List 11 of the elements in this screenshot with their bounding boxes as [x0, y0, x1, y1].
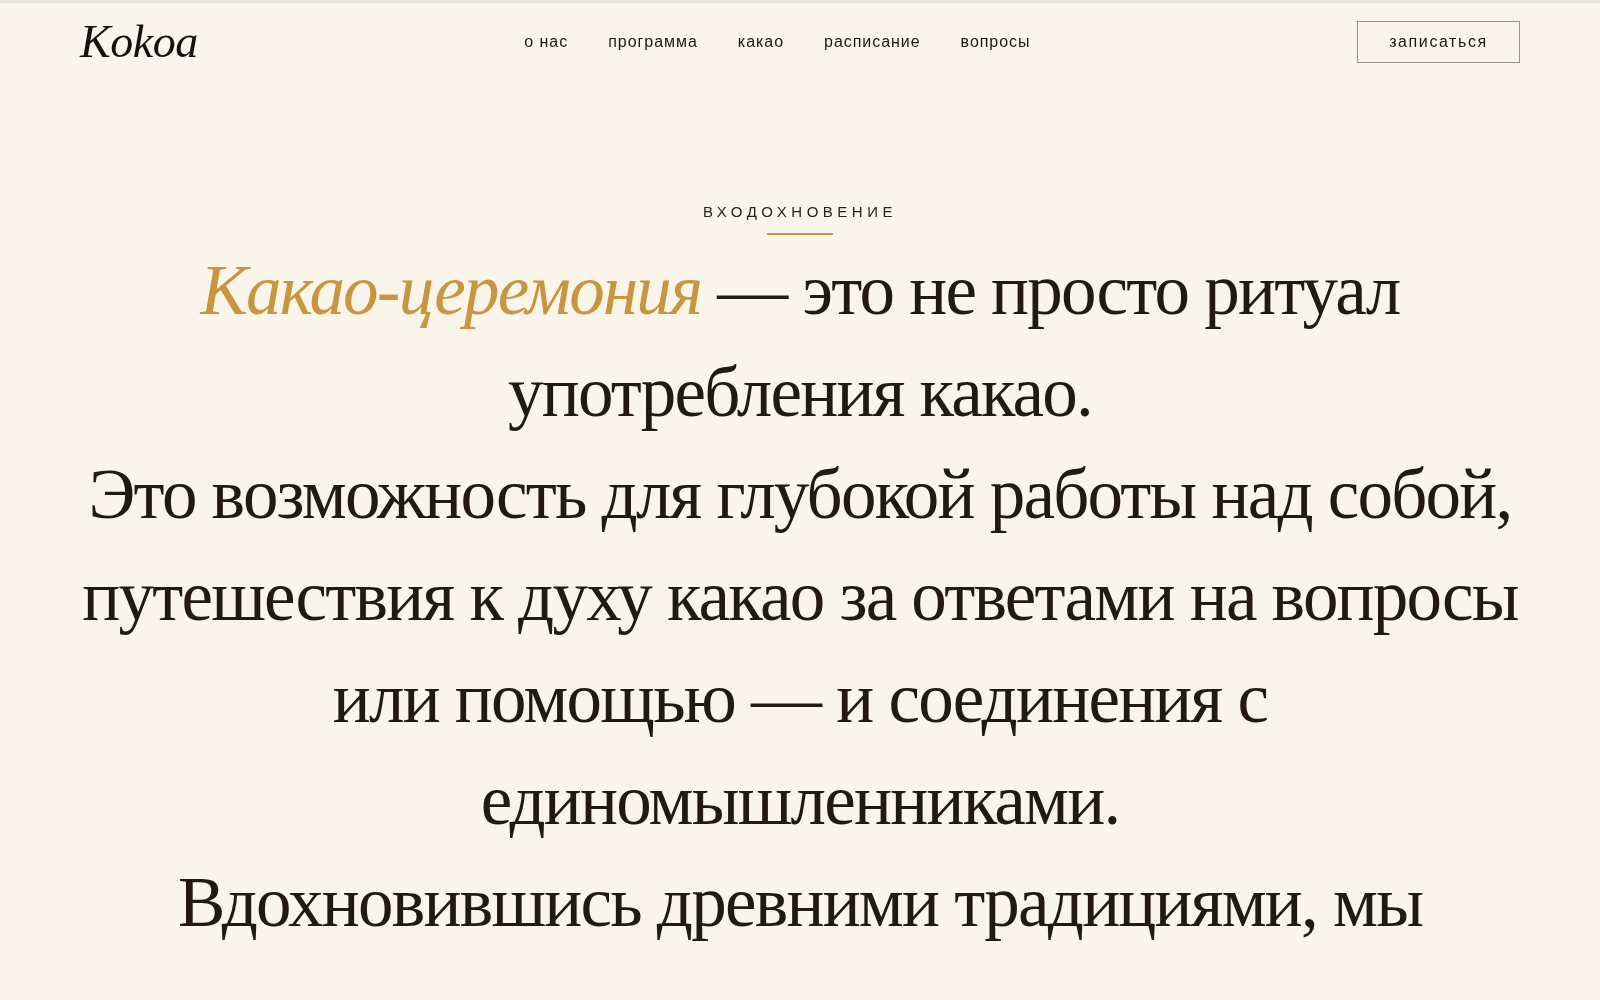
- signup-button[interactable]: записаться: [1357, 20, 1520, 63]
- hero-text: Вдохновившись древними традициями, мы: [177, 862, 1423, 943]
- hero-text: Какао-церемония — это не просто ритуал употребления какао.: [198, 250, 1401, 433]
- nav-link[interactable]: какао: [737, 29, 785, 54]
- nav-link[interactable]: программа: [608, 29, 698, 54]
- logo[interactable]: Kokoa: [80, 18, 198, 65]
- nav-link[interactable]: вопросы: [960, 29, 1031, 54]
- hero-text: Это возможность для глубокой работы над собой, путешествия к духу какао за ответами на вопросы или помощью — и соединения с единомышленниками.: [81, 454, 1519, 841]
- eyebrow-label: ВХОДОХНОВЕНИЕ: [703, 204, 897, 219]
- nav-link[interactable]: расписание: [824, 29, 921, 54]
- nav-link[interactable]: о нас: [524, 29, 569, 54]
